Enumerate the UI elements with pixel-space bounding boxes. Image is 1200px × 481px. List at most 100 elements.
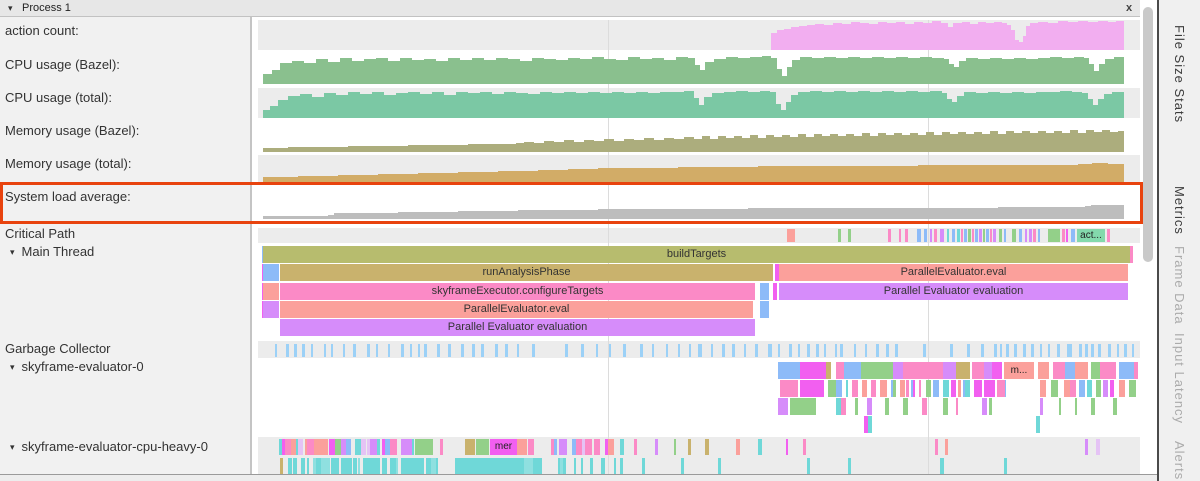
critical-path-event[interactable] — [940, 229, 944, 242]
critical-path-event[interactable] — [957, 229, 960, 242]
skyframe-evaluator-0-event[interactable] — [868, 416, 872, 433]
skyframe-evaluator-cpu-heavy-0-event[interactable] — [346, 439, 351, 455]
critical-path-action-label[interactable]: act... — [1077, 229, 1105, 242]
garbage-collector-event[interactable] — [923, 344, 926, 357]
skyframe-evaluator-0-event[interactable] — [992, 362, 1002, 379]
skyframe-evaluator-cpu-heavy-0-event[interactable] — [517, 458, 524, 474]
skyframe-evaluator-0-event[interactable] — [972, 362, 984, 379]
garbage-collector-event[interactable] — [1079, 344, 1082, 357]
skyframe-evaluator-cpu-heavy-0-event[interactable] — [353, 458, 357, 474]
vertical-scrollbar-track[interactable] — [1141, 0, 1157, 476]
trace-slice[interactable] — [263, 283, 279, 300]
garbage-collector-event[interactable] — [666, 344, 668, 357]
garbage-collector-event[interactable] — [824, 344, 826, 357]
skyframe-evaluator-cpu-heavy-0-event[interactable] — [807, 458, 810, 474]
counter-chart-cpu-usage-bazel[interactable] — [258, 54, 1140, 84]
skyframe-evaluator-cpu-heavy-0-event[interactable] — [436, 458, 438, 474]
skyframe-evaluator-0-event[interactable] — [867, 398, 872, 415]
garbage-collector-event[interactable] — [294, 344, 297, 357]
skyframe-evaluator-cpu-heavy-0-event[interactable] — [581, 458, 583, 474]
expand-arrow-icon[interactable]: ▾ — [10, 362, 15, 372]
garbage-collector-event[interactable] — [886, 344, 889, 357]
skyframe-evaluator-cpu-heavy-0-event[interactable] — [462, 458, 470, 474]
close-button[interactable]: x — [1126, 2, 1132, 15]
skyframe-evaluator-0-event[interactable] — [871, 380, 876, 397]
collapse-arrow-icon[interactable]: ▾ — [8, 2, 13, 14]
skyframe-evaluator-0-event[interactable] — [800, 380, 824, 397]
garbage-collector-event[interactable] — [798, 344, 800, 357]
trace-slice[interactable] — [263, 301, 279, 318]
skyframe-evaluator-0-event[interactable] — [1119, 380, 1125, 397]
skyframe-evaluator-cpu-heavy-0-event[interactable] — [559, 439, 567, 455]
garbage-collector-event[interactable] — [481, 344, 484, 357]
garbage-collector-event[interactable] — [755, 344, 758, 357]
skyframe-evaluator-cpu-heavy-0-event[interactable] — [382, 458, 387, 474]
skyframe-evaluator-0-event[interactable] — [922, 398, 927, 415]
skyframe-evaluator-cpu-heavy-0-event[interactable] — [361, 439, 366, 455]
skyframe-evaluator-0-event[interactable] — [958, 380, 961, 397]
garbage-collector-event[interactable] — [1091, 344, 1094, 357]
garbage-collector-event[interactable] — [388, 344, 390, 357]
label-chart-divider[interactable] — [250, 17, 252, 474]
skyframe-evaluator-cpu-heavy-0-event[interactable] — [533, 458, 542, 474]
skyframe-evaluator-cpu-heavy-0-event[interactable] — [325, 458, 330, 474]
critical-path-event[interactable] — [1048, 229, 1060, 242]
skyframe-evaluator-0-event[interactable] — [778, 398, 788, 415]
garbage-collector-event[interactable] — [410, 344, 412, 357]
garbage-collector-event[interactable] — [311, 344, 313, 357]
skyframe-evaluator-0-event[interactable] — [903, 398, 908, 415]
garbage-collector-event[interactable] — [994, 344, 997, 357]
skyframe-evaluator-cpu-heavy-0-event[interactable] — [376, 458, 380, 474]
garbage-collector-event[interactable] — [495, 344, 498, 357]
critical-path-event[interactable] — [917, 229, 921, 242]
critical-path-event[interactable] — [1062, 229, 1065, 242]
skyframe-evaluator-0-event[interactable] — [826, 362, 831, 379]
skyframe-evaluator-0-event[interactable] — [836, 362, 844, 379]
garbage-collector-event[interactable] — [854, 344, 856, 357]
garbage-collector-event[interactable] — [1057, 344, 1060, 357]
garbage-collector-event[interactable] — [1108, 344, 1111, 357]
garbage-collector-event[interactable] — [1070, 344, 1072, 357]
skyframe-evaluator-cpu-heavy-0-event[interactable] — [293, 458, 297, 474]
critical-path-event[interactable] — [1066, 229, 1068, 242]
skyframe-evaluator-cpu-heavy-0-event[interactable] — [608, 439, 614, 455]
skyframe-evaluator-cpu-heavy-0-event[interactable] — [396, 458, 398, 474]
skyframe-evaluator-cpu-heavy-0-event[interactable] — [688, 439, 691, 455]
skyframe-evaluator-0-event[interactable] — [974, 380, 982, 397]
skyframe-evaluator-0-event[interactable] — [846, 380, 848, 397]
skyframe-evaluator-cpu-heavy-0-event[interactable] — [803, 439, 806, 455]
skyframe-evaluator-0-event[interactable] — [844, 362, 861, 379]
critical-path-event[interactable] — [952, 229, 955, 242]
garbage-collector-event[interactable] — [324, 344, 326, 357]
tab-input-latency[interactable]: Input Latency — [1172, 333, 1187, 424]
critical-path-event[interactable] — [1012, 229, 1016, 242]
skyframe-evaluator-cpu-heavy-0-event[interactable] — [377, 439, 380, 455]
garbage-collector-event[interactable] — [678, 344, 680, 357]
vertical-scrollbar-thumb[interactable] — [1143, 7, 1153, 262]
garbage-collector-event[interactable] — [865, 344, 867, 357]
skyframe-evaluator-0-event[interactable] — [1005, 380, 1006, 397]
skyframe-evaluator-0-event[interactable] — [1091, 398, 1095, 415]
skyframe-evaluator-0-event[interactable] — [956, 398, 958, 415]
critical-path-event[interactable] — [990, 229, 992, 242]
garbage-collector-event[interactable] — [807, 344, 810, 357]
skyframe-evaluator-0-event[interactable] — [956, 362, 970, 379]
critical-path-event[interactable] — [934, 229, 937, 242]
expand-arrow-icon[interactable]: ▾ — [10, 247, 15, 257]
skyframe-evaluator-cpu-heavy-0-event[interactable] — [1085, 439, 1088, 455]
garbage-collector-event[interactable] — [1132, 344, 1134, 357]
garbage-collector-event[interactable] — [581, 344, 584, 357]
skyframe-evaluator-0-event[interactable] — [900, 380, 905, 397]
critical-path-event[interactable] — [993, 229, 996, 242]
critical-path-event[interactable] — [1107, 229, 1110, 242]
skyframe-evaluator-0-event[interactable] — [1079, 380, 1085, 397]
skyframe-evaluator-0-event[interactable] — [862, 380, 867, 397]
skyframe-evaluator-0-event[interactable] — [1040, 380, 1046, 397]
garbage-collector-event[interactable] — [835, 344, 837, 357]
critical-path-event[interactable] — [999, 229, 1002, 242]
skyframe-evaluator-0-event[interactable] — [982, 398, 987, 415]
skyframe-evaluator-cpu-heavy-0-labeled-event[interactable]: mer — [490, 439, 517, 455]
skyframe-evaluator-0-event[interactable] — [861, 362, 878, 379]
garbage-collector-event[interactable] — [640, 344, 643, 357]
critical-path-event[interactable] — [899, 229, 901, 242]
